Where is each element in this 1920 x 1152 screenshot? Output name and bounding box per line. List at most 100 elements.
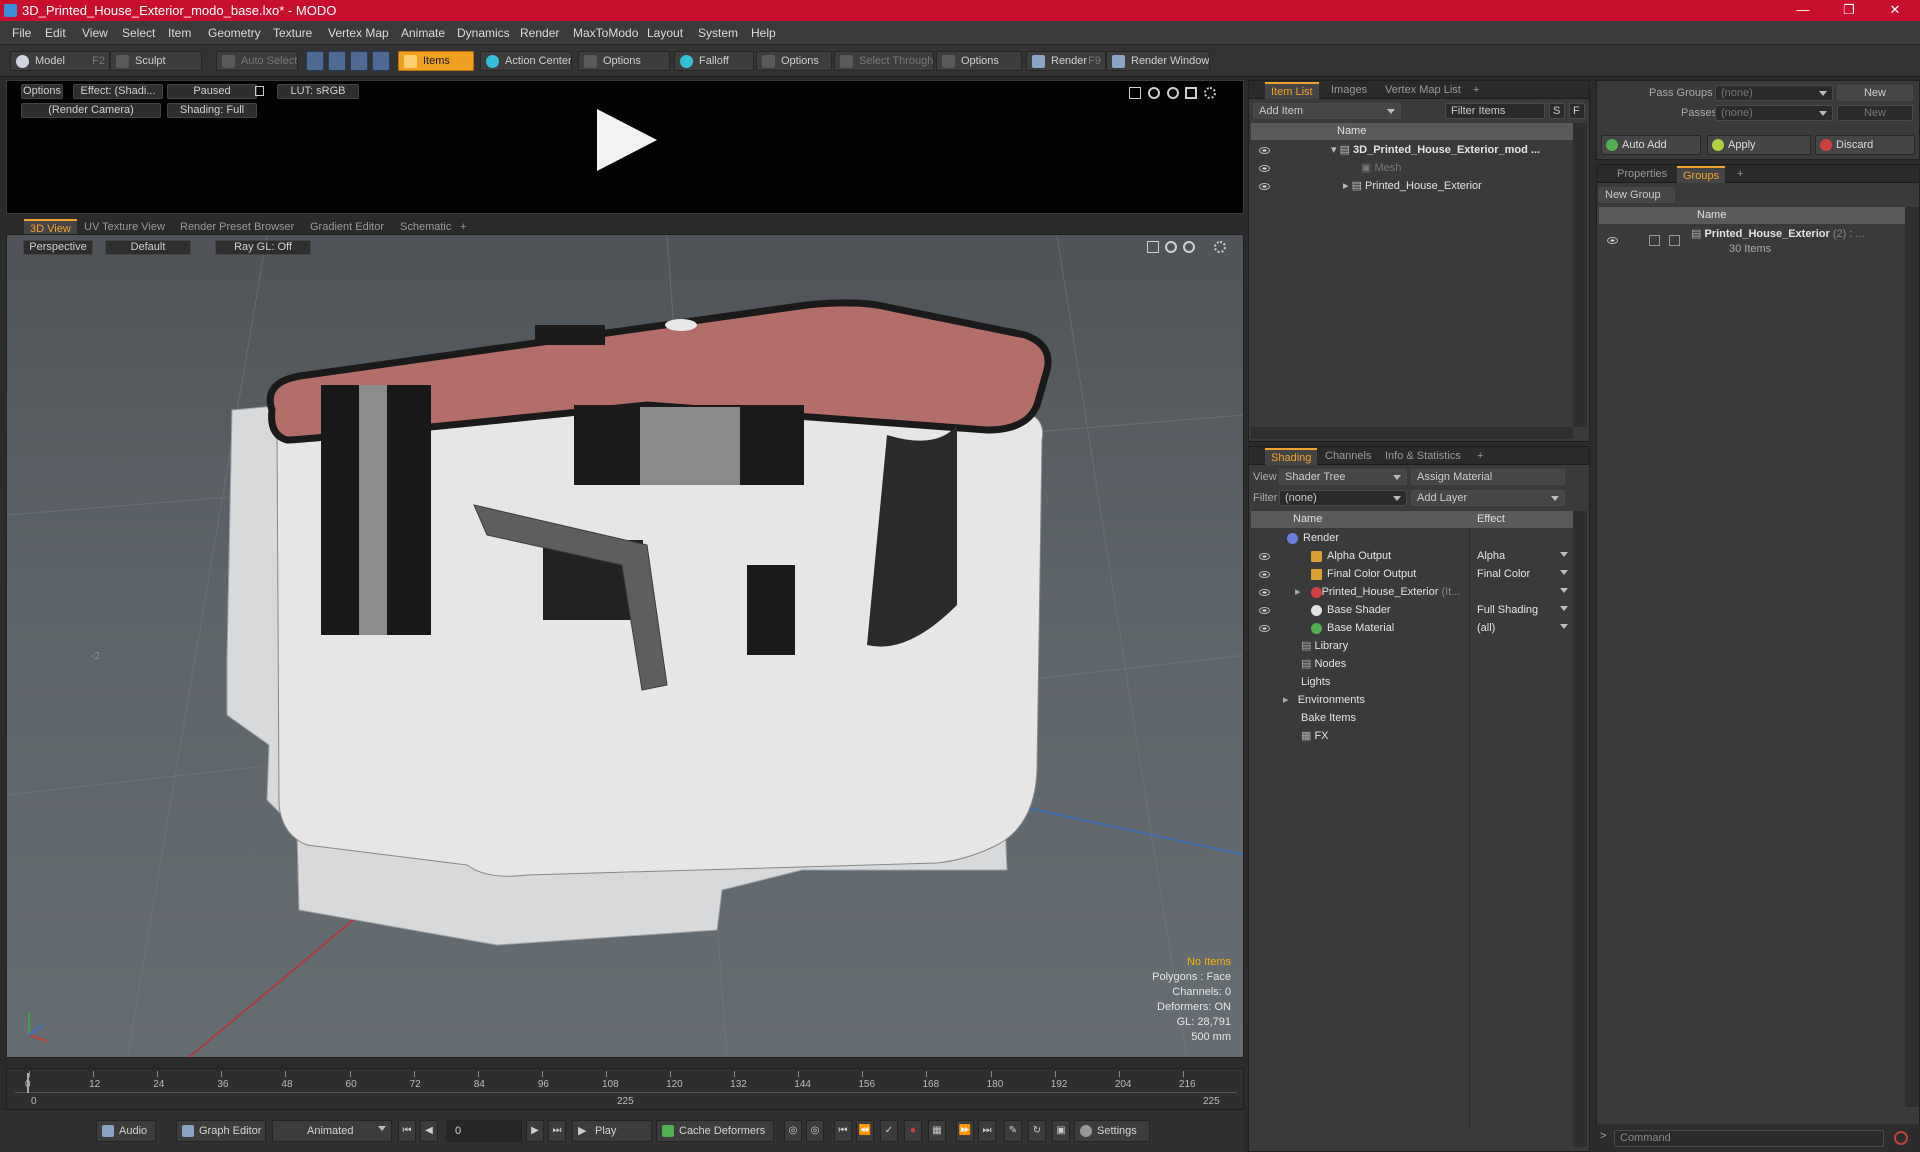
tab-images[interactable]: Images <box>1325 82 1373 99</box>
viewport-rotate-icon[interactable] <box>1165 241 1177 253</box>
visibility-eye-icon[interactable] <box>1259 183 1270 190</box>
final-color-effect-dropdown[interactable]: Final Color <box>1477 565 1573 583</box>
item-row-group[interactable]: ▸ ▤ Printed_House_Exterior <box>1343 177 1563 195</box>
item-list-hscrollbar[interactable] <box>1251 427 1573 439</box>
key-tool-icon-2[interactable]: ◎ <box>806 1120 824 1142</box>
polygons-mode-icon[interactable] <box>350 51 368 71</box>
preview-paused-toggle[interactable]: Paused <box>167 84 257 99</box>
menu-layout[interactable]: Layout <box>647 26 683 40</box>
command-history-icon[interactable] <box>1894 1131 1908 1145</box>
shader-row-alpha-output[interactable]: Alpha Output <box>1311 547 1461 565</box>
auto-add-button[interactable]: Auto Add <box>1601 135 1701 155</box>
close-button[interactable]: ✕ <box>1872 0 1918 21</box>
key-forward-icon[interactable]: ⏩ <box>956 1120 974 1142</box>
key-back-icon[interactable]: ⏪ <box>856 1120 874 1142</box>
menu-select[interactable]: Select <box>122 26 155 40</box>
graph-editor-button[interactable]: Graph Editor <box>176 1120 266 1142</box>
minimize-button[interactable]: — <box>1780 0 1826 21</box>
lock-checkbox[interactable] <box>1649 235 1660 246</box>
shader-row-nodes[interactable]: ▤ Nodes <box>1301 655 1451 673</box>
tab-item-list[interactable]: Item List <box>1265 82 1319 99</box>
item-row-mesh[interactable]: ▣ Mesh <box>1361 159 1561 177</box>
add-tab-button[interactable]: + <box>1471 448 1489 465</box>
key-prev-icon[interactable]: ⏮ <box>834 1120 852 1142</box>
new-pass-group-button[interactable]: New <box>1837 85 1913 101</box>
base-material-effect-dropdown[interactable]: (all) <box>1477 619 1573 637</box>
menu-texture[interactable]: Texture <box>273 26 312 40</box>
menu-system[interactable]: System <box>698 26 738 40</box>
preview-effect-dropdown[interactable]: Effect: (Shadi... <box>73 84 163 99</box>
tab-shading[interactable]: Shading <box>1265 448 1318 465</box>
filter-s-button[interactable]: S <box>1549 103 1565 119</box>
raygl-toggle[interactable]: Ray GL: Off <box>215 240 311 255</box>
record-icon[interactable]: ● <box>904 1120 922 1142</box>
passes-dropdown[interactable]: (none) <box>1715 105 1833 121</box>
render-button[interactable]: Render F9 <box>1026 51 1106 71</box>
menu-vertex-map[interactable]: Vertex Map <box>328 26 389 40</box>
menu-file[interactable]: File <box>12 26 31 40</box>
visibility-eye-icon[interactable] <box>1259 625 1270 632</box>
item-row-scene[interactable]: ▾ ▤ 3D_Printed_House_Exterior_mod ... <box>1331 141 1571 159</box>
add-layer-dropdown[interactable]: Add Layer <box>1411 490 1565 506</box>
discard-button[interactable]: Discard <box>1815 135 1915 155</box>
shader-row-final-color[interactable]: Final Color Output <box>1311 565 1461 583</box>
default-style-dropdown[interactable]: Default <box>105 240 191 255</box>
vertices-mode-icon[interactable] <box>306 51 324 71</box>
new-group-button[interactable]: New Group <box>1599 187 1675 203</box>
visibility-eye-icon[interactable] <box>1259 571 1270 578</box>
shader-row-base-material[interactable]: Base Material <box>1311 619 1461 637</box>
sculpt-mode-button[interactable]: Sculpt <box>110 51 202 71</box>
lut-dropdown[interactable]: LUT: sRGB <box>277 84 359 99</box>
groups-scrollbar[interactable] <box>1905 207 1919 1107</box>
frame-input[interactable]: 0 <box>446 1120 522 1142</box>
model-mode-button[interactable]: Model F2 <box>10 51 110 71</box>
add-tab-button[interactable]: + <box>1731 166 1749 183</box>
timeline-ruler[interactable]: 0122436486072849610812013214415616818019… <box>15 1071 1237 1093</box>
skip-start-icon[interactable]: ⏮ <box>398 1120 416 1142</box>
shader-row-library[interactable]: ▤ Library <box>1301 637 1451 655</box>
maximize-icon[interactable] <box>1185 87 1197 99</box>
move-icon[interactable] <box>1129 87 1141 99</box>
visibility-eye-icon[interactable] <box>1259 165 1270 172</box>
play-icon[interactable] <box>597 109 657 171</box>
visibility-eye-icon[interactable] <box>1259 147 1270 154</box>
skip-end-icon[interactable]: ⏭ <box>548 1120 566 1142</box>
shader-row-bake-items[interactable]: Bake Items <box>1301 709 1451 727</box>
apply-button[interactable]: Apply <box>1707 135 1811 155</box>
falloff-options-button[interactable]: Options <box>756 51 832 71</box>
alpha-effect-dropdown[interactable]: Alpha <box>1477 547 1573 565</box>
action-center-options-button[interactable]: Options <box>578 51 670 71</box>
tab-properties[interactable]: Properties <box>1611 166 1673 183</box>
key-next-icon[interactable]: ⏭ <box>978 1120 996 1142</box>
maximize-button[interactable]: ❐ <box>1826 0 1872 21</box>
new-pass-button[interactable]: New <box>1837 105 1913 121</box>
visibility-eye-icon[interactable] <box>1259 589 1270 596</box>
menu-dynamics[interactable]: Dynamics <box>457 26 510 40</box>
view-dropdown[interactable]: Shader Tree <box>1279 469 1407 485</box>
tab-groups[interactable]: Groups <box>1677 166 1726 183</box>
gear-icon[interactable] <box>1204 87 1216 99</box>
pass-groups-dropdown[interactable]: (none) <box>1715 85 1833 101</box>
visibility-eye-icon[interactable] <box>1259 607 1270 614</box>
timeline-playhead[interactable] <box>27 1073 29 1093</box>
filter-dropdown[interactable]: (none) <box>1279 490 1407 506</box>
next-frame-icon[interactable]: ▶ <box>526 1120 544 1142</box>
key-mode-icon[interactable]: ▦ <box>928 1120 946 1142</box>
viewport-move-icon[interactable] <box>1147 241 1159 253</box>
visibility-eye-icon[interactable] <box>1607 237 1618 244</box>
animated-dropdown[interactable]: Animated <box>272 1120 392 1142</box>
key-edit-icon[interactable]: ✎ <box>1004 1120 1022 1142</box>
menu-geometry[interactable]: Geometry <box>208 26 261 40</box>
shader-tree-scrollbar[interactable] <box>1573 511 1587 1147</box>
base-shader-effect-dropdown[interactable]: Full Shading <box>1477 601 1573 619</box>
tab-channels[interactable]: Channels <box>1319 448 1377 465</box>
material-group-effect-dropdown[interactable] <box>1477 583 1573 601</box>
cache-deformers-button[interactable]: Cache Deformers <box>656 1120 774 1142</box>
select-through-button[interactable]: Select Through <box>834 51 934 71</box>
render-window-button[interactable]: Render Window <box>1106 51 1210 71</box>
viewport-gear-icon[interactable] <box>1214 241 1226 253</box>
timeline[interactable]: 0 12 24 36 48 60 72 84 96 108 120 132 144 156 168 180 19… <box>6 1068 1244 1110</box>
action-center-button[interactable]: Action Center <box>480 51 572 71</box>
shader-row-environments[interactable]: ▸ Environments <box>1283 691 1453 709</box>
zoom-icon[interactable] <box>1167 87 1179 99</box>
